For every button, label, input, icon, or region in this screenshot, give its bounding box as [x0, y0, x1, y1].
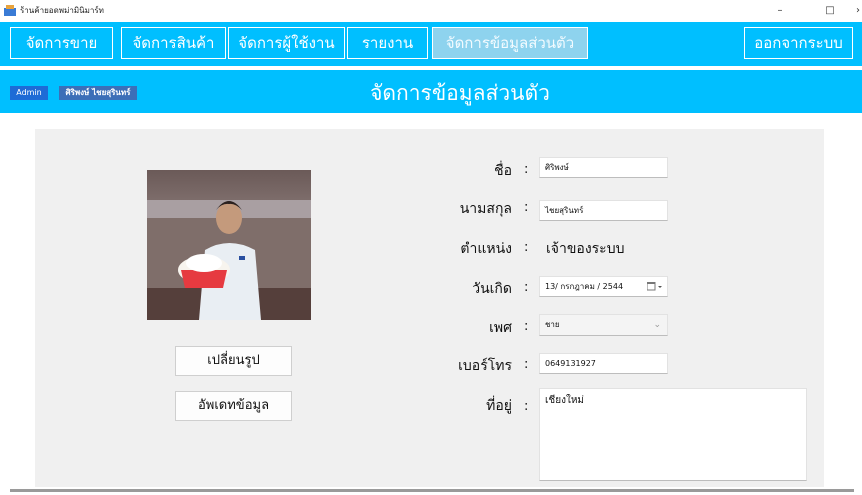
address-label: ที่อยู่ — [486, 398, 512, 414]
change-photo-button[interactable]: เปลี่ยนรูป — [175, 346, 292, 376]
phone-label: เบอร์โทร — [458, 358, 512, 374]
address-colon: : — [524, 399, 529, 414]
profile-photo — [147, 170, 311, 320]
bottom-divider — [10, 489, 854, 492]
menu-users-button[interactable]: จัดการผู้ใช้งาน — [228, 27, 345, 59]
main-menu-bar: จัดการขาย จัดการสินค้า จัดการผู้ใช้งาน ร… — [0, 22, 862, 66]
position-label: ตำแหน่ง — [460, 241, 512, 257]
menu-sales-button[interactable]: จัดการขาย — [10, 27, 113, 59]
menu-profile-button[interactable]: จัดการข้อมูลส่วนตัว — [432, 27, 588, 59]
chevron-down-icon: ⌄ — [653, 320, 661, 330]
page-title: จัดการข้อมูลส่วนตัว — [370, 81, 550, 105]
gender-label: เพศ — [489, 320, 512, 336]
username-badge: ศิริพงษ์ ไชยสุรินทร์ — [59, 86, 137, 100]
address-textarea[interactable]: เชียงใหม่ — [539, 388, 807, 481]
birthdate-colon: : — [524, 280, 529, 295]
app-icon — [4, 5, 16, 16]
close-button[interactable]: › — [846, 2, 862, 20]
phone-colon: : — [524, 357, 529, 372]
position-value: เจ้าของระบบ — [546, 241, 625, 257]
window-title: ร้านค้ายอดพม่ามินิมาร์ท — [20, 6, 104, 15]
maximize-button[interactable]: □ — [818, 2, 842, 20]
birthdate-value: 13/ กรกฎาคม / 2544 — [545, 282, 624, 291]
menu-products-button[interactable]: จัดการสินค้า — [121, 27, 226, 59]
last-name-label: นามสกุล — [459, 201, 512, 217]
first-name-field[interactable]: ศิริพงษ์ — [539, 157, 668, 178]
gender-value: ชาย — [545, 320, 560, 329]
first-name-label: ชื่อ — [494, 163, 512, 179]
calendar-dropdown-icon[interactable] — [647, 282, 663, 292]
last-name-field[interactable]: ไชยสุรินทร์ — [539, 200, 668, 221]
gender-select[interactable]: ชาย ⌄ — [539, 314, 668, 336]
last-name-colon: : — [524, 200, 529, 215]
window-titlebar: ร้านค้ายอดพม่ามินิมาร์ท – □ › — [0, 0, 862, 22]
gender-colon: : — [524, 319, 529, 334]
menu-reports-button[interactable]: รายงาน — [347, 27, 428, 59]
role-badge: Admin — [10, 86, 48, 100]
update-profile-button[interactable]: อัพเดทข้อมูล — [175, 391, 292, 421]
logout-button[interactable]: ออกจากระบบ — [744, 27, 853, 59]
first-name-colon: : — [524, 162, 529, 177]
position-colon: : — [524, 240, 529, 255]
minimize-button[interactable]: – — [768, 2, 792, 20]
birthdate-picker[interactable]: 13/ กรกฎาคม / 2544 — [539, 276, 668, 297]
birthdate-label: วันเกิด — [472, 281, 512, 297]
phone-field[interactable]: 0649131927 — [539, 353, 668, 374]
